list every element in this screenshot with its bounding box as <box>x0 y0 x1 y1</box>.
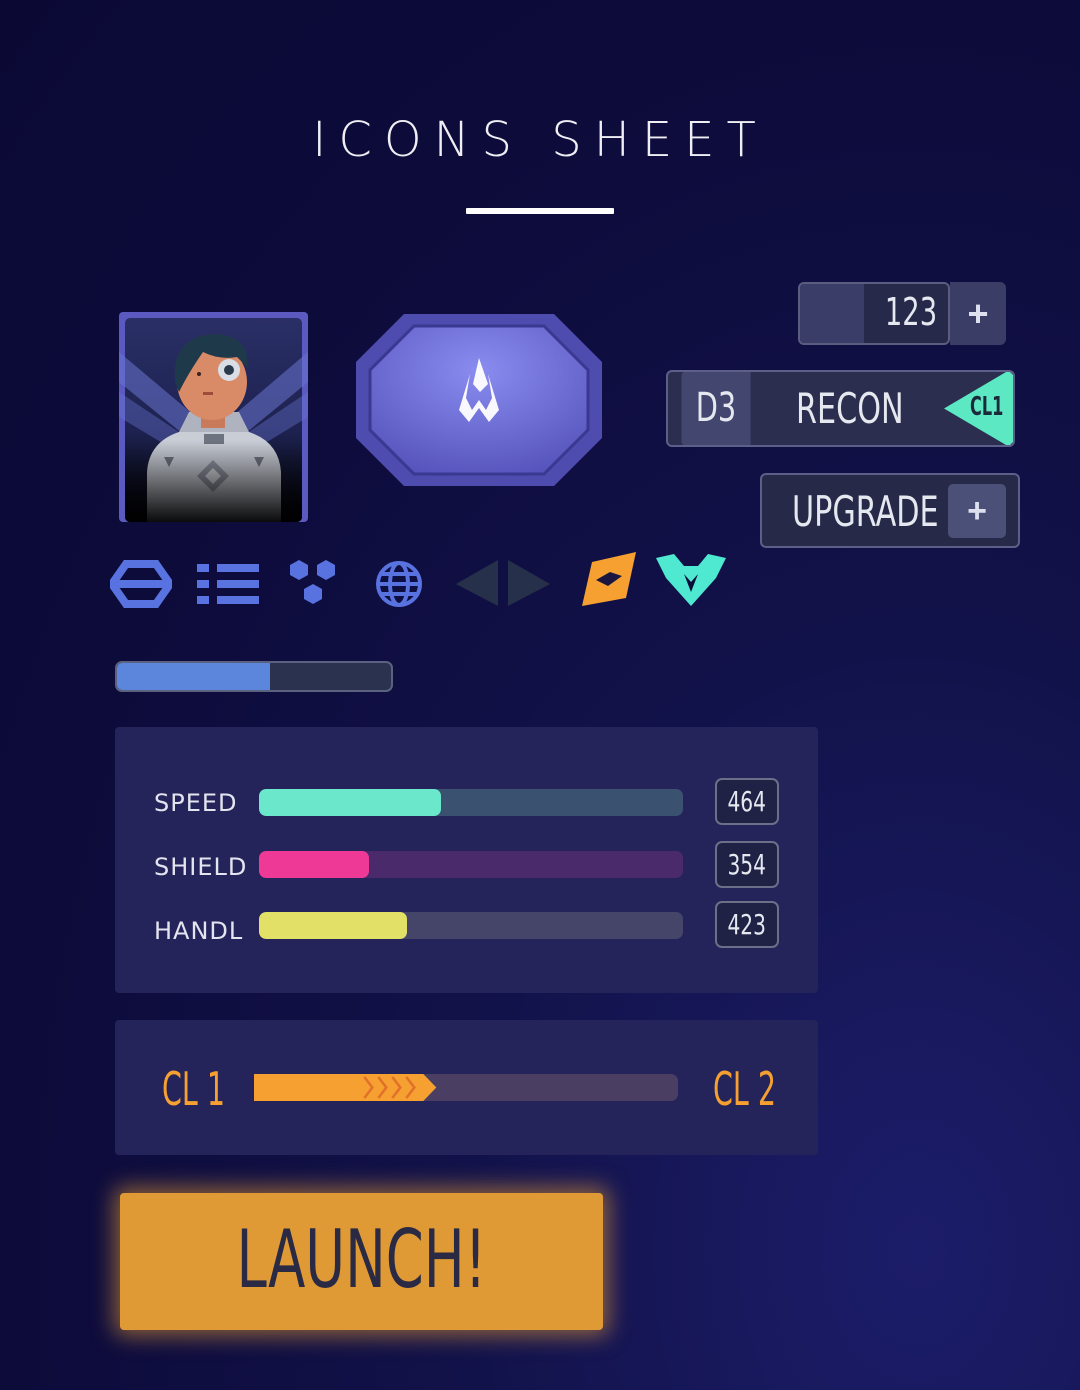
launch-label: LAUNCH! <box>236 1213 487 1306</box>
ship-class-tag: CL1 <box>970 392 1004 422</box>
stat-value-speed: 464 <box>715 778 779 825</box>
stat-fill-handling <box>259 912 408 939</box>
globe-icon[interactable] <box>374 548 424 618</box>
ship-name: RECON <box>796 384 904 433</box>
stats-panel: SPEED 464 SHIELD 354 HANDL 423 <box>115 727 818 993</box>
page-title: ICONS SHEET <box>312 112 768 168</box>
stat-value-shield-text: 354 <box>727 848 767 881</box>
stat-value-speed-text: 464 <box>727 785 767 818</box>
arrow-left-icon[interactable] <box>452 548 500 618</box>
pilot-portrait[interactable] <box>119 312 308 522</box>
ship-card[interactable]: D3 RECON CL1 <box>666 370 1015 447</box>
stat-value-handling: 423 <box>715 901 779 948</box>
hexagon-ring-icon[interactable] <box>107 548 175 618</box>
resource-counter[interactable]: 123 + <box>798 282 1006 345</box>
ship-level: D3 <box>681 372 751 445</box>
stat-value-shield: 354 <box>715 841 779 888</box>
ship-class-badge[interactable] <box>356 314 602 486</box>
class-progress-fill <box>254 1074 437 1101</box>
title-underline <box>466 208 614 214</box>
stat-label-speed: SPEED <box>154 789 238 817</box>
arrow-right-icon[interactable] <box>506 548 554 618</box>
counter-slot <box>800 284 864 343</box>
stat-fill-speed <box>259 789 442 816</box>
launch-button[interactable]: LAUNCH! <box>120 1193 603 1330</box>
list-icon[interactable] <box>195 548 261 618</box>
stat-track-shield <box>259 851 683 878</box>
orange-diamond-icon[interactable] <box>580 548 638 618</box>
xp-progress-fill <box>117 663 271 690</box>
stat-track-speed <box>259 789 683 816</box>
upgrade-label: UPGRADE <box>792 487 939 536</box>
stat-label-shield: SHIELD <box>154 853 248 881</box>
xp-progress-bar <box>115 661 393 692</box>
counter-value: 123 <box>884 290 938 334</box>
stat-track-handling <box>259 912 683 939</box>
counter-plus-button[interactable]: + <box>950 282 1006 345</box>
stat-value-handling-text: 423 <box>727 908 767 941</box>
stat-fill-shield <box>259 851 370 878</box>
pilot-avatar-icon <box>119 318 308 522</box>
hex-cluster-icon[interactable] <box>288 548 338 618</box>
class-to-label: CL 2 <box>713 1062 777 1116</box>
stat-label-handling: HANDL <box>154 917 244 945</box>
badge-frame-icon <box>356 314 602 486</box>
teal-ship-emblem-icon[interactable] <box>654 548 728 618</box>
class-progress-track <box>254 1074 678 1101</box>
upgrade-plus-button[interactable]: + <box>948 484 1006 538</box>
class-from-label: CL 1 <box>162 1062 226 1116</box>
upgrade-button[interactable]: UPGRADE + <box>760 473 1020 548</box>
class-progress-panel: CL 1 CL 2 <box>115 1020 818 1155</box>
